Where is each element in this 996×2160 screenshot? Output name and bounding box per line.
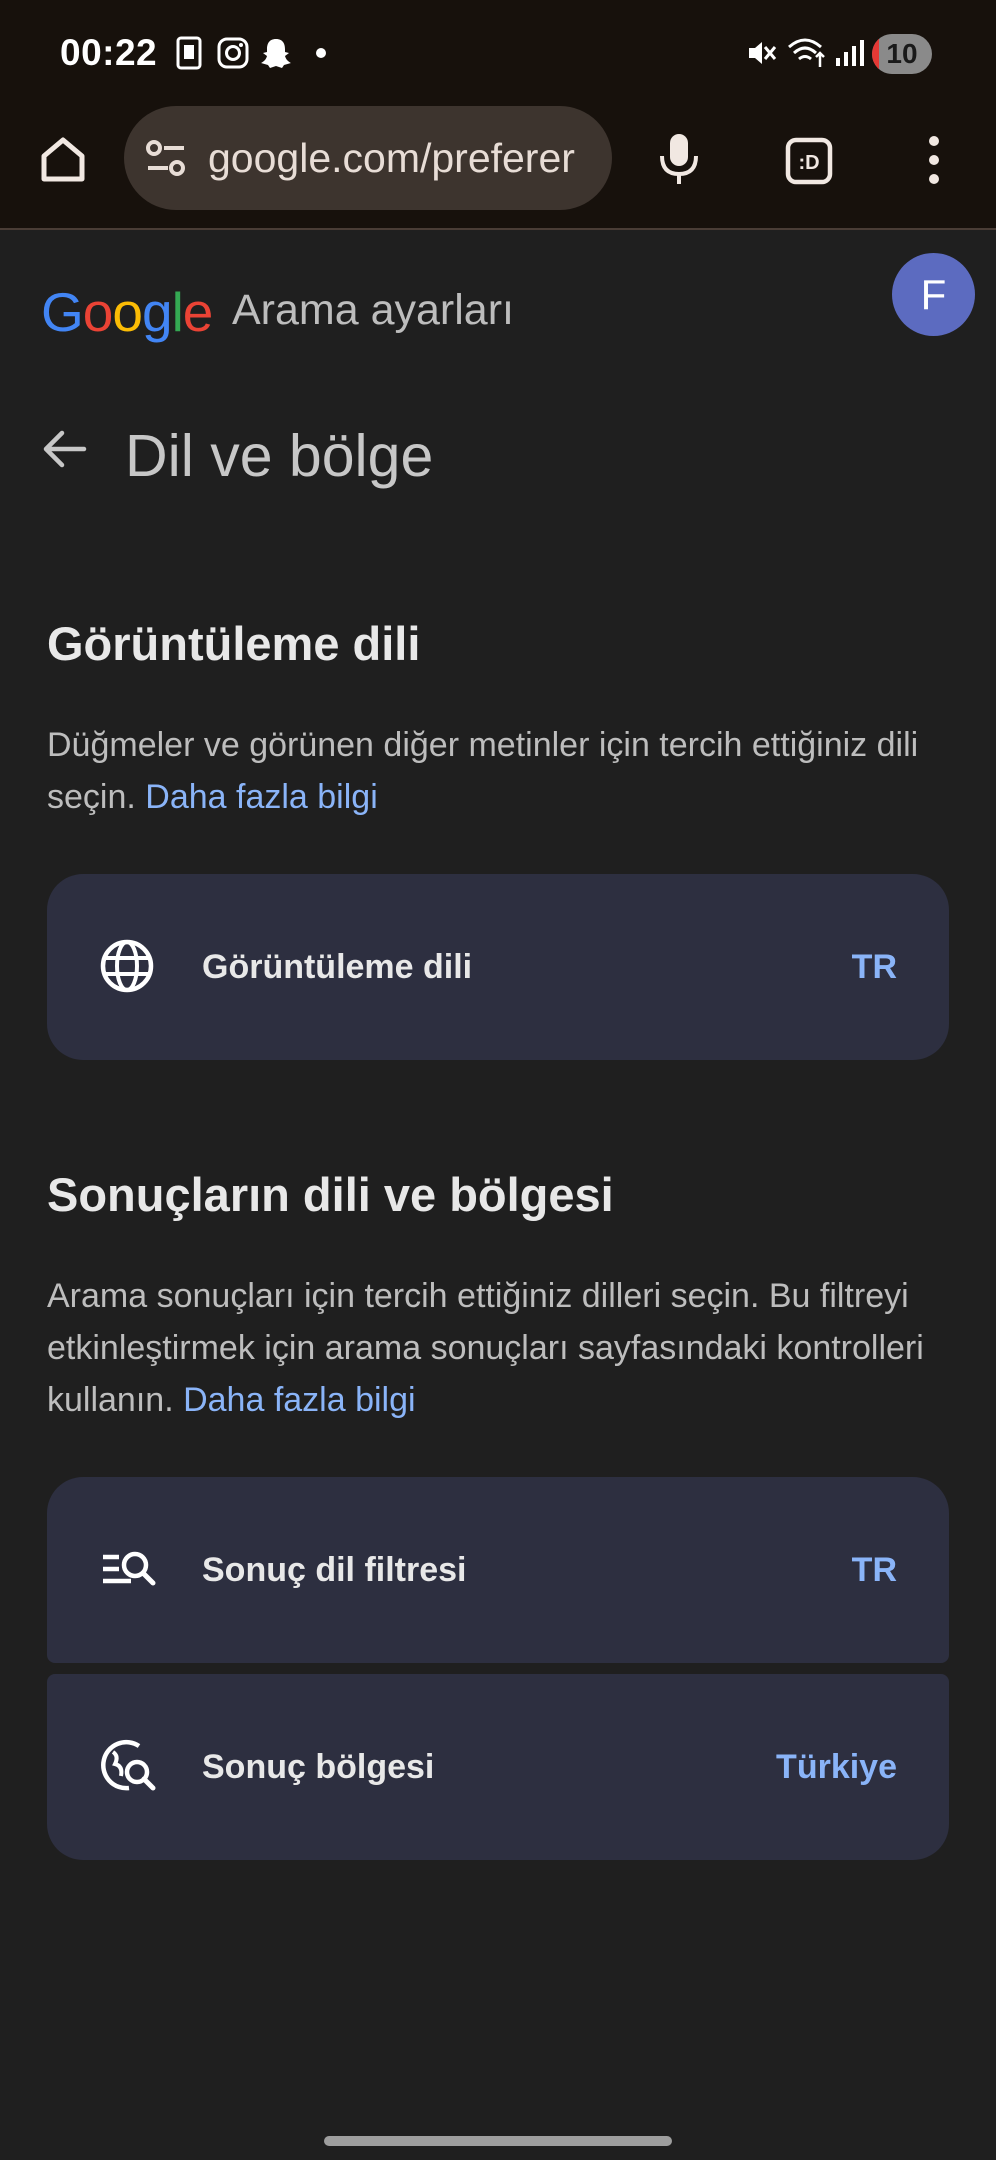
logo-letter: o	[82, 281, 114, 343]
home-icon[interactable]	[38, 134, 88, 184]
url-text[interactable]: google.com/preferer	[208, 106, 575, 210]
results-language-description-text: Arama sonuçları için tercih ettiğiniz di…	[47, 1277, 924, 1419]
battery-level: 10	[886, 38, 918, 69]
result-language-filter-value: TR	[851, 1551, 897, 1589]
results-language-description: Arama sonuçları için tercih ettiğiniz di…	[47, 1270, 947, 1426]
status-time: 00:22	[60, 32, 158, 73]
instagram-icon	[217, 37, 249, 69]
display-language-card-value: TR	[851, 948, 897, 986]
svg-text::D: :D	[798, 152, 819, 174]
snapchat-icon	[261, 39, 291, 68]
display-language-heading: Görüntüleme dili	[47, 617, 421, 670]
back-arrow-icon[interactable]	[40, 425, 88, 473]
display-language-card-label: Görüntüleme dili	[202, 948, 473, 986]
result-region-label: Sonuç bölgesi	[202, 1748, 435, 1786]
logo-letter: o	[112, 281, 143, 343]
dot-icon	[316, 48, 326, 58]
home-indicator[interactable]	[324, 2136, 672, 2146]
notification-icon	[176, 36, 202, 70]
site-settings-icon[interactable]	[144, 138, 188, 178]
display-language-card[interactable]: Görüntüleme dili TR	[47, 874, 949, 1060]
globe-icon	[100, 939, 154, 993]
logo-letter: l	[171, 281, 184, 343]
filter-search-icon	[103, 1551, 156, 1586]
wifi-icon	[788, 38, 825, 67]
battery-indicator: 10	[872, 34, 932, 74]
results-language-learn-more-link[interactable]: Daha fazla bilgi	[183, 1381, 415, 1419]
page-header-title: Arama ayarları	[232, 286, 514, 334]
more-icon[interactable]	[921, 134, 947, 186]
display-language-description: Düğmeler ve görünen diğer metinler için …	[47, 719, 947, 823]
address-bar[interactable]: google.com/preferer	[124, 106, 612, 210]
app-root: 00:22 10 google.com/preferer:D Google A…	[0, 0, 996, 2160]
result-region-value: Türkiye	[776, 1748, 897, 1786]
result-language-filter-card[interactable]: Sonuç dil filtresi TR	[47, 1477, 949, 1663]
logo-letter: G	[41, 281, 84, 343]
google-logo[interactable]: Google	[41, 280, 214, 344]
mute-icon	[749, 42, 777, 64]
status-bar: 00:22 10	[0, 0, 996, 104]
browser-toolbar: google.com/preferer :D	[0, 104, 996, 230]
results-language-heading: Sonuçların dili ve bölgesi	[47, 1168, 614, 1221]
region-search-icon	[101, 1739, 156, 1791]
mic-icon[interactable]	[656, 132, 702, 186]
result-region-card[interactable]: Sonuç bölgesi Türkiye	[47, 1674, 949, 1860]
logo-letter: g	[141, 281, 173, 343]
avatar[interactable]: F	[892, 253, 975, 336]
display-language-learn-more-link[interactable]: Daha fazla bilgi	[145, 778, 377, 816]
logo-letter: e	[182, 281, 214, 343]
tab-switcher-icon[interactable]: :D	[785, 137, 833, 185]
page-title: Dil ve bölge	[125, 423, 434, 489]
signal-icon	[836, 40, 864, 66]
result-language-filter-label: Sonuç dil filtresi	[202, 1551, 467, 1589]
